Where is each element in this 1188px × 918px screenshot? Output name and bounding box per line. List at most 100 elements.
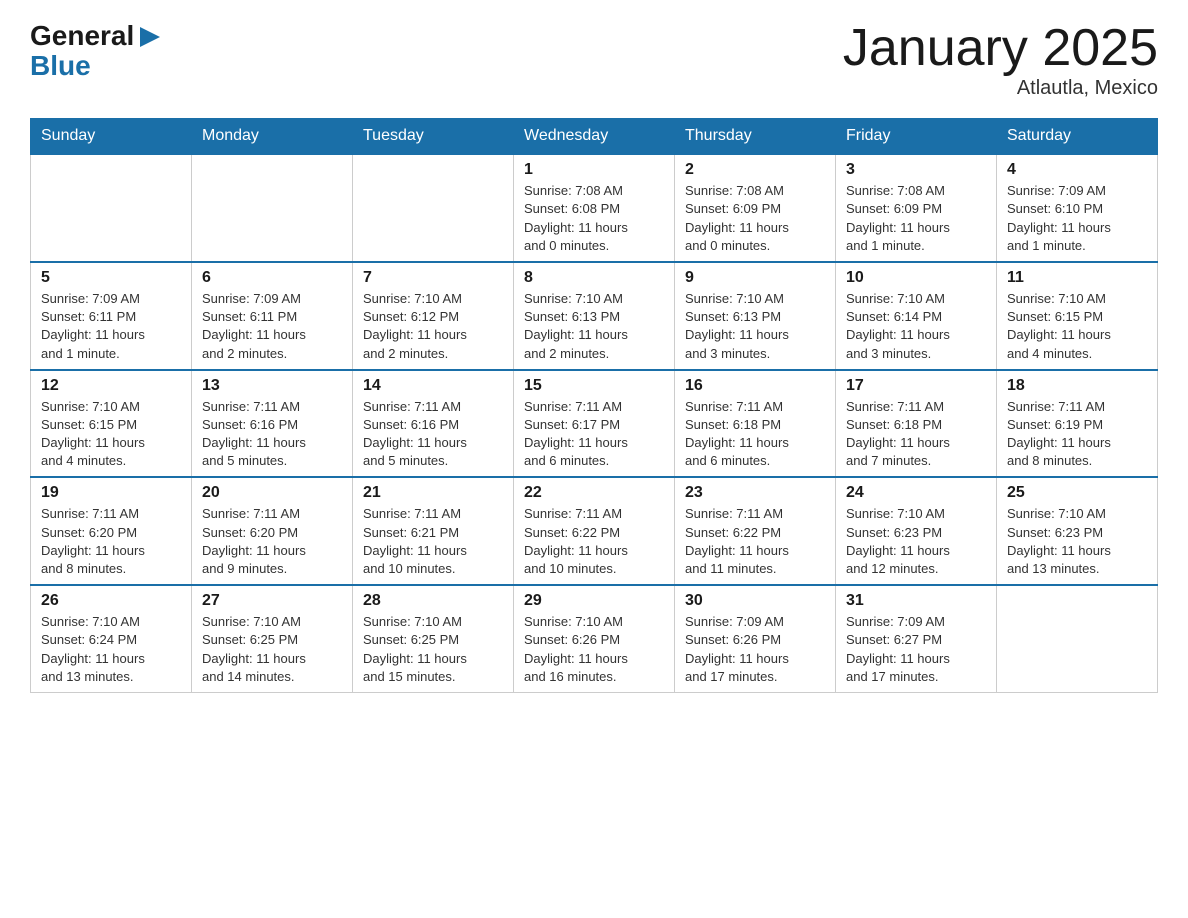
day-info: Sunrise: 7:10 AM Sunset: 6:23 PM Dayligh… xyxy=(1007,505,1147,578)
day-info: Sunrise: 7:09 AM Sunset: 6:27 PM Dayligh… xyxy=(846,613,986,686)
day-info: Sunrise: 7:10 AM Sunset: 6:25 PM Dayligh… xyxy=(363,613,503,686)
day-info: Sunrise: 7:11 AM Sunset: 6:19 PM Dayligh… xyxy=(1007,398,1147,471)
day-number: 27 xyxy=(202,592,342,610)
day-number: 12 xyxy=(41,377,181,395)
day-info: Sunrise: 7:10 AM Sunset: 6:13 PM Dayligh… xyxy=(685,290,825,363)
day-number: 17 xyxy=(846,377,986,395)
day-number: 3 xyxy=(846,161,986,179)
day-info: Sunrise: 7:08 AM Sunset: 6:09 PM Dayligh… xyxy=(846,182,986,255)
day-header-wednesday: Wednesday xyxy=(514,119,675,155)
day-info: Sunrise: 7:08 AM Sunset: 6:08 PM Dayligh… xyxy=(524,182,664,255)
calendar-header-row: SundayMondayTuesdayWednesdayThursdayFrid… xyxy=(31,119,1158,155)
calendar-table: SundayMondayTuesdayWednesdayThursdayFrid… xyxy=(30,118,1158,693)
calendar-cell: 29 Sunrise: 7:10 AM Sunset: 6:26 PM Dayli… xyxy=(514,585,675,692)
day-number: 6 xyxy=(202,269,342,287)
day-number: 8 xyxy=(524,269,664,287)
calendar-cell: 24 Sunrise: 7:10 AM Sunset: 6:23 PM Dayli… xyxy=(836,477,997,585)
day-number: 4 xyxy=(1007,161,1147,179)
day-number: 29 xyxy=(524,592,664,610)
calendar-cell: 28 Sunrise: 7:10 AM Sunset: 6:25 PM Dayli… xyxy=(353,585,514,692)
calendar-cell: 7Sunrise: 7:10 AM Sunset: 6:12 PM Daylig… xyxy=(353,262,514,370)
page-header: General Blue January 2025 Atlautla, Mexi… xyxy=(30,20,1158,100)
day-info: Sunrise: 7:11 AM Sunset: 6:21 PM Dayligh… xyxy=(363,505,503,578)
calendar-cell: 5Sunrise: 7:09 AM Sunset: 6:11 PM Daylig… xyxy=(31,262,192,370)
day-number: 25 xyxy=(1007,484,1147,502)
day-number: 15 xyxy=(524,377,664,395)
day-info: Sunrise: 7:09 AM Sunset: 6:10 PM Dayligh… xyxy=(1007,182,1147,255)
day-info: Sunrise: 7:10 AM Sunset: 6:12 PM Dayligh… xyxy=(363,290,503,363)
calendar-cell: 8 Sunrise: 7:10 AM Sunset: 6:13 PM Daylig… xyxy=(514,262,675,370)
calendar-cell: 30Sunrise: 7:09 AM Sunset: 6:26 PM Dayli… xyxy=(675,585,836,692)
day-number: 18 xyxy=(1007,377,1147,395)
day-info: Sunrise: 7:10 AM Sunset: 6:23 PM Dayligh… xyxy=(846,505,986,578)
calendar-cell: 6Sunrise: 7:09 AM Sunset: 6:11 PM Daylig… xyxy=(192,262,353,370)
day-info: Sunrise: 7:09 AM Sunset: 6:11 PM Dayligh… xyxy=(41,290,181,363)
day-number: 14 xyxy=(363,377,503,395)
title-section: January 2025 Atlautla, Mexico xyxy=(843,20,1158,100)
calendar-cell: 27 Sunrise: 7:10 AM Sunset: 6:25 PM Dayli… xyxy=(192,585,353,692)
day-info: Sunrise: 7:11 AM Sunset: 6:16 PM Dayligh… xyxy=(363,398,503,471)
day-header-sunday: Sunday xyxy=(31,119,192,155)
day-number: 20 xyxy=(202,484,342,502)
day-info: Sunrise: 7:10 AM Sunset: 6:26 PM Dayligh… xyxy=(524,613,664,686)
calendar-cell: 25 Sunrise: 7:10 AM Sunset: 6:23 PM Dayli… xyxy=(997,477,1158,585)
day-number: 28 xyxy=(363,592,503,610)
calendar-cell: 31 Sunrise: 7:09 AM Sunset: 6:27 PM Dayli… xyxy=(836,585,997,692)
week-row-2: 5Sunrise: 7:09 AM Sunset: 6:11 PM Daylig… xyxy=(31,262,1158,370)
day-header-monday: Monday xyxy=(192,119,353,155)
logo-blue-text: Blue xyxy=(30,52,91,80)
day-info: Sunrise: 7:11 AM Sunset: 6:20 PM Dayligh… xyxy=(202,505,342,578)
week-row-5: 26Sunrise: 7:10 AM Sunset: 6:24 PM Dayli… xyxy=(31,585,1158,692)
calendar-cell: 14 Sunrise: 7:11 AM Sunset: 6:16 PM Dayli… xyxy=(353,370,514,478)
calendar-cell: 23Sunrise: 7:11 AM Sunset: 6:22 PM Dayli… xyxy=(675,477,836,585)
day-number: 16 xyxy=(685,377,825,395)
logo-general-text: General xyxy=(30,20,134,52)
calendar-cell: 9 Sunrise: 7:10 AM Sunset: 6:13 PM Daylig… xyxy=(675,262,836,370)
day-number: 22 xyxy=(524,484,664,502)
calendar-cell: 12 Sunrise: 7:10 AM Sunset: 6:15 PM Dayli… xyxy=(31,370,192,478)
day-number: 9 xyxy=(685,269,825,287)
calendar-cell: 10Sunrise: 7:10 AM Sunset: 6:14 PM Dayli… xyxy=(836,262,997,370)
calendar-cell: 18 Sunrise: 7:11 AM Sunset: 6:19 PM Dayli… xyxy=(997,370,1158,478)
calendar-cell: 11Sunrise: 7:10 AM Sunset: 6:15 PM Dayli… xyxy=(997,262,1158,370)
day-info: Sunrise: 7:09 AM Sunset: 6:26 PM Dayligh… xyxy=(685,613,825,686)
calendar-cell: 22Sunrise: 7:11 AM Sunset: 6:22 PM Dayli… xyxy=(514,477,675,585)
day-number: 24 xyxy=(846,484,986,502)
day-header-saturday: Saturday xyxy=(997,119,1158,155)
calendar-cell xyxy=(997,585,1158,692)
day-info: Sunrise: 7:10 AM Sunset: 6:13 PM Dayligh… xyxy=(524,290,664,363)
calendar-cell: 16 Sunrise: 7:11 AM Sunset: 6:18 PM Dayli… xyxy=(675,370,836,478)
day-number: 11 xyxy=(1007,269,1147,287)
calendar-cell: 17 Sunrise: 7:11 AM Sunset: 6:18 PM Dayli… xyxy=(836,370,997,478)
day-info: Sunrise: 7:11 AM Sunset: 6:22 PM Dayligh… xyxy=(685,505,825,578)
calendar-cell: 3 Sunrise: 7:08 AM Sunset: 6:09 PM Daylig… xyxy=(836,154,997,262)
day-number: 21 xyxy=(363,484,503,502)
day-number: 13 xyxy=(202,377,342,395)
day-number: 1 xyxy=(524,161,664,179)
week-row-4: 19Sunrise: 7:11 AM Sunset: 6:20 PM Dayli… xyxy=(31,477,1158,585)
week-row-1: 1 Sunrise: 7:08 AM Sunset: 6:08 PM Daylig… xyxy=(31,154,1158,262)
day-info: Sunrise: 7:10 AM Sunset: 6:24 PM Dayligh… xyxy=(41,613,181,686)
calendar-cell: 13 Sunrise: 7:11 AM Sunset: 6:16 PM Dayli… xyxy=(192,370,353,478)
calendar-cell xyxy=(31,154,192,262)
calendar-cell: 2 Sunrise: 7:08 AM Sunset: 6:09 PM Daylig… xyxy=(675,154,836,262)
day-info: Sunrise: 7:11 AM Sunset: 6:18 PM Dayligh… xyxy=(685,398,825,471)
day-number: 2 xyxy=(685,161,825,179)
day-info: Sunrise: 7:10 AM Sunset: 6:15 PM Dayligh… xyxy=(41,398,181,471)
day-info: Sunrise: 7:11 AM Sunset: 6:16 PM Dayligh… xyxy=(202,398,342,471)
day-info: Sunrise: 7:11 AM Sunset: 6:20 PM Dayligh… xyxy=(41,505,181,578)
calendar-cell: 15 Sunrise: 7:11 AM Sunset: 6:17 PM Dayli… xyxy=(514,370,675,478)
day-number: 31 xyxy=(846,592,986,610)
logo: General Blue xyxy=(30,20,164,80)
day-info: Sunrise: 7:08 AM Sunset: 6:09 PM Dayligh… xyxy=(685,182,825,255)
day-header-thursday: Thursday xyxy=(675,119,836,155)
day-info: Sunrise: 7:10 AM Sunset: 6:25 PM Dayligh… xyxy=(202,613,342,686)
calendar-cell: 19Sunrise: 7:11 AM Sunset: 6:20 PM Dayli… xyxy=(31,477,192,585)
week-row-3: 12 Sunrise: 7:10 AM Sunset: 6:15 PM Dayli… xyxy=(31,370,1158,478)
day-number: 10 xyxy=(846,269,986,287)
day-info: Sunrise: 7:11 AM Sunset: 6:18 PM Dayligh… xyxy=(846,398,986,471)
calendar-cell: 20 Sunrise: 7:11 AM Sunset: 6:20 PM Dayli… xyxy=(192,477,353,585)
calendar-cell: 1 Sunrise: 7:08 AM Sunset: 6:08 PM Daylig… xyxy=(514,154,675,262)
day-info: Sunrise: 7:11 AM Sunset: 6:17 PM Dayligh… xyxy=(524,398,664,471)
calendar-cell xyxy=(353,154,514,262)
